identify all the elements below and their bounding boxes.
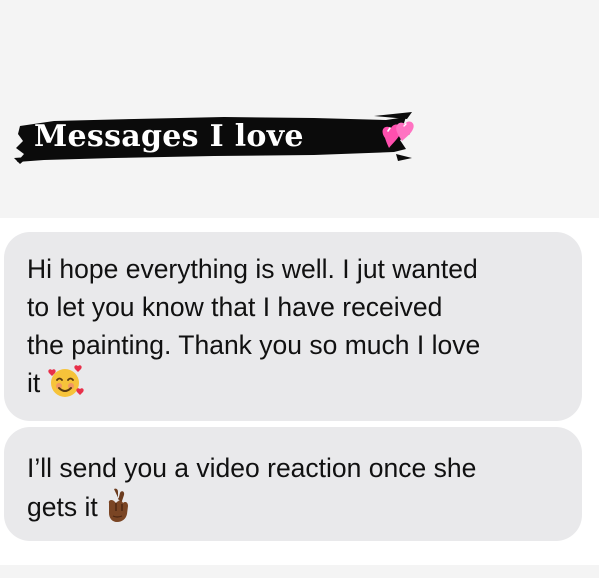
title-banner: Messages I love — [14, 108, 414, 166]
message-bubble[interactable]: I’ll send you a video reaction once she … — [4, 427, 582, 541]
banner-title: Messages I love — [34, 119, 304, 154]
header-area: Messages I love — [0, 0, 599, 218]
message-text: Hi hope everything is well. I jut wanted… — [27, 254, 481, 398]
smiling-face-with-hearts-icon — [48, 365, 84, 397]
sparkling-heart-icon — [382, 121, 414, 148]
message-thread: Hi hope everything is well. I jut wanted… — [0, 218, 599, 578]
bottom-edge — [0, 565, 599, 578]
message-text: I’ll send you a video reaction once she … — [27, 453, 477, 522]
message-bubble[interactable]: Hi hope everything is well. I jut wanted… — [4, 232, 582, 421]
crossed-fingers-icon — [108, 488, 128, 522]
